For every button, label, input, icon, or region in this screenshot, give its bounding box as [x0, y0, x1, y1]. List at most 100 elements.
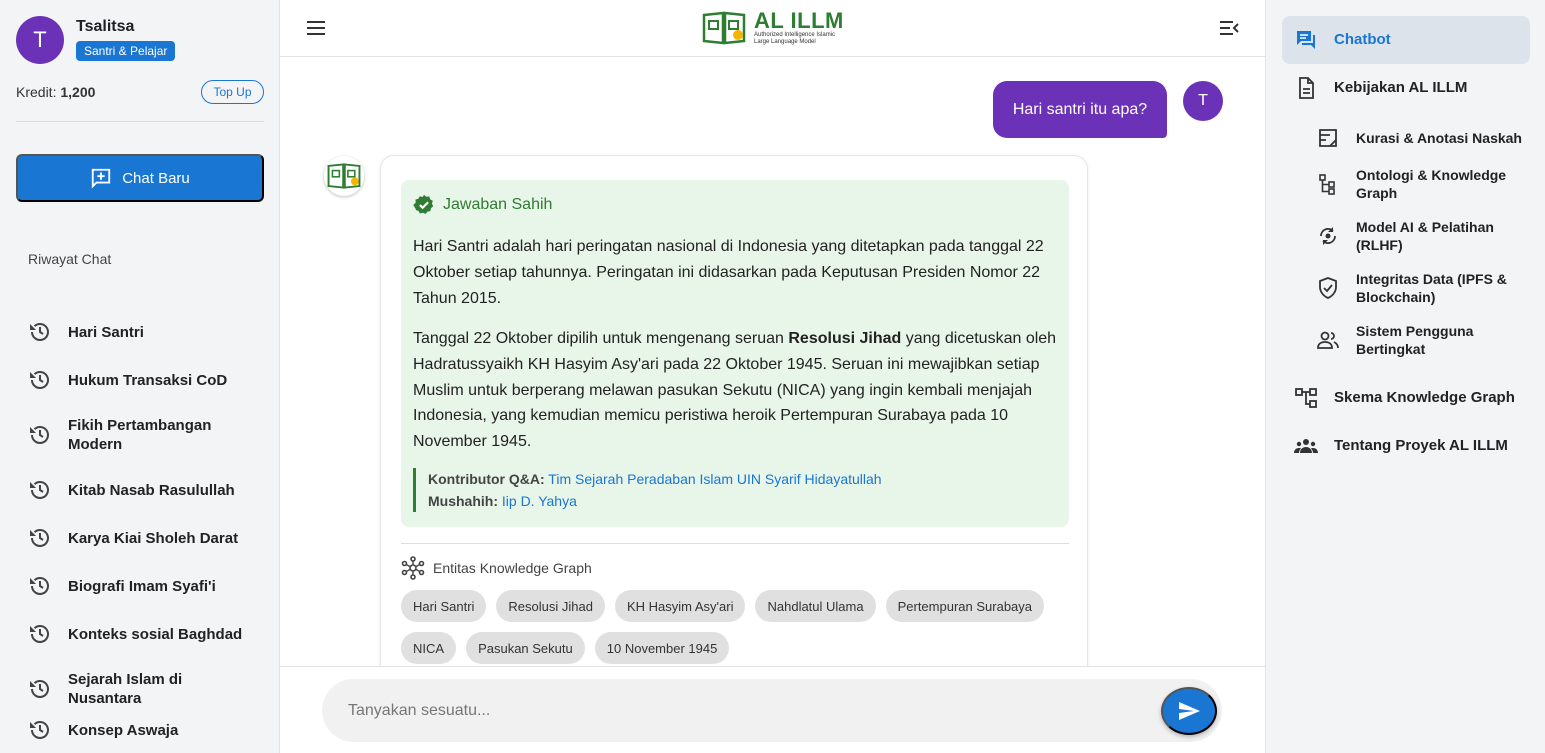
history-item-label: Biografi Imam Syafi'i	[68, 577, 216, 595]
nav-sub-integritas[interactable]: Integritas Data (IPFS & Blockchain)	[1316, 270, 1531, 306]
entity-chip[interactable]: KH Hasyim Asy'ari	[614, 590, 746, 622]
nav-chatbot[interactable]: Chatbot	[1282, 16, 1530, 64]
mushahih-link[interactable]: Iip D. Yahya	[502, 493, 577, 509]
nav-kebijakan-label: Kebijakan AL ILLM	[1334, 79, 1468, 96]
answer-paragraph-2: Tanggal 22 Oktober dipilih untuk mengena…	[413, 326, 1058, 455]
nav-sub-label: Sistem Pengguna Bertingkat	[1356, 323, 1474, 357]
nav-sub-label: Ontologi & Knowledge Graph	[1356, 167, 1507, 201]
composer-box	[322, 679, 1222, 742]
app-logo: AL ILLM Authorized Intelligence Islamic …	[702, 9, 844, 47]
entity-chip[interactable]: NICA	[401, 632, 457, 664]
history-item[interactable]: Kitab Nasab Rasulullah	[28, 478, 258, 502]
nav-sub-kurasi[interactable]: Kurasi & Anotasi Naskah	[1316, 126, 1531, 150]
answer-paragraph-2-start: Tanggal 22 Oktober dipilih untuk mengena…	[413, 330, 789, 347]
history-item-label: Hari Santri	[68, 323, 144, 341]
nav-kebijakan[interactable]: Kebijakan AL ILLM	[1294, 76, 1467, 100]
nav-sub-label: Model AI & Pelatihan (RLHF)	[1356, 219, 1494, 253]
user-profile: T Tsalitsa Santri & Pelajar	[16, 16, 176, 64]
logo-subtitle-2: Large Language Model	[754, 39, 816, 45]
entity-chip[interactable]: Resolusi Jihad	[496, 590, 605, 622]
tree-structure-icon	[1319, 174, 1335, 195]
bot-avatar	[324, 156, 364, 196]
bot-response-card: Jawaban Sahih Hari Santri adalah hari pe…	[380, 155, 1088, 715]
user-message-bubble: Hari santri itu apa?	[993, 81, 1167, 138]
nav-sub-model-ai[interactable]: Model AI & Pelatihan (RLHF)	[1316, 218, 1531, 254]
entity-chip[interactable]: 10 November 1945	[594, 632, 730, 664]
history-icon	[30, 721, 49, 739]
chat-main: AL ILLM Authorized Intelligence Islamic …	[280, 0, 1265, 753]
send-icon	[1179, 702, 1200, 720]
history-icon	[30, 371, 49, 389]
graph-network-icon	[401, 556, 425, 580]
history-item[interactable]: Sejarah Islam di Nusantara	[28, 670, 258, 708]
history-item[interactable]: Hari Santri	[28, 320, 258, 344]
entity-chip[interactable]: Nahdlatul Ulama	[755, 590, 876, 622]
verified-check-icon	[413, 194, 434, 214]
new-chat-icon	[92, 168, 111, 189]
menu-icon[interactable]	[304, 16, 328, 40]
entity-chip[interactable]: Hari Santri	[401, 590, 487, 622]
nav-sub-label: Integritas Data (IPFS & Blockchain)	[1356, 271, 1507, 305]
verified-answer: Jawaban Sahih Hari Santri adalah hari pe…	[401, 180, 1069, 527]
history-icon	[30, 481, 49, 499]
history-item[interactable]: Fikih Pertambangan Modern	[28, 416, 258, 454]
history-title: Riwayat Chat	[28, 251, 112, 267]
history-icon	[30, 323, 49, 341]
nav-skema[interactable]: Skema Knowledge Graph	[1294, 386, 1515, 410]
chat-bubbles-icon	[1297, 31, 1315, 49]
history-item-label: Fikih Pertambangan Modern	[68, 417, 212, 453]
contributor-label: Kontributor Q&A:	[428, 471, 545, 487]
book-logo-icon	[702, 11, 746, 45]
nav-sub-label: Kurasi & Anotasi Naskah	[1356, 130, 1522, 146]
history-icon	[30, 529, 49, 547]
send-button[interactable]	[1161, 687, 1217, 735]
answer-paragraph-2-end: yang dicetuskan oleh Hadratussyaikh KH H…	[413, 330, 1057, 451]
history-icon	[30, 625, 49, 643]
topup-button[interactable]: Top Up	[201, 80, 264, 104]
ai-training-icon	[1320, 227, 1336, 245]
mushahih-label: Mushahih:	[428, 493, 498, 509]
credit-display: Kredit: 1,200	[16, 84, 95, 100]
nav-tentang-label: Tentang Proyek AL ILLM	[1334, 437, 1508, 454]
logo-title: AL ILLM	[754, 8, 844, 33]
history-icon	[30, 426, 49, 444]
new-chat-button[interactable]: Chat Baru	[16, 154, 264, 202]
history-item[interactable]: Karya Kiai Sholeh Darat	[28, 526, 258, 550]
user-message-avatar: T	[1183, 81, 1223, 121]
history-icon	[30, 680, 49, 698]
sidebar-divider	[16, 121, 264, 122]
entity-chip[interactable]: Pertempuran Surabaya	[885, 590, 1045, 622]
history-item[interactable]: Biografi Imam Syafi'i	[28, 574, 258, 598]
history-item[interactable]: Hukum Transaksi CoD	[28, 368, 258, 392]
message-input[interactable]	[348, 699, 1148, 723]
entity-chips: Hari Santri Resolusi Jihad KH Hasyim Asy…	[401, 590, 1069, 664]
document-icon	[1299, 77, 1314, 99]
nav-skema-label: Skema Knowledge Graph	[1334, 389, 1515, 406]
nav-tentang[interactable]: Tentang Proyek AL ILLM	[1294, 434, 1508, 458]
history-icon	[30, 577, 49, 595]
entity-chip[interactable]: Pasukan Sekutu	[466, 632, 585, 664]
new-chat-label: Chat Baru	[122, 169, 190, 187]
user-name: Tsalitsa	[76, 18, 135, 35]
history-item[interactable]: Konsep Aswaja	[28, 718, 258, 742]
nav-sub-ontologi[interactable]: Ontologi & Knowledge Graph	[1316, 166, 1531, 202]
schema-icon	[1295, 388, 1317, 408]
shield-check-icon	[1319, 277, 1337, 299]
user-avatar[interactable]: T	[16, 16, 64, 64]
history-item[interactable]: Konteks sosial Baghdad	[28, 622, 258, 646]
right-nav: Chatbot Kebijakan AL ILLM Kurasi & Anota…	[1265, 0, 1545, 753]
answer-paragraph-1: Hari Santri adalah hari peringatan nasio…	[413, 238, 1044, 307]
nav-chatbot-label: Chatbot	[1334, 31, 1391, 48]
history-item-label: Sejarah Islam di Nusantara	[68, 671, 183, 707]
user-role-badge: Santri & Pelajar	[76, 41, 176, 61]
nav-sub-sistem-pengguna[interactable]: Sistem Pengguna Bertingkat	[1316, 322, 1531, 358]
answer-badge-label: Jawaban Sahih	[443, 196, 553, 213]
history-item-label: Karya Kiai Sholeh Darat	[68, 529, 239, 547]
history-item-label: Konteks sosial Baghdad	[68, 625, 243, 643]
answer-badge: Jawaban Sahih	[413, 194, 552, 216]
contributor-link[interactable]: Tim Sejarah Peradaban Islam UIN Syarif H…	[548, 471, 881, 487]
menu-collapse-icon[interactable]	[1217, 16, 1241, 40]
card-divider	[401, 543, 1069, 544]
credit-value: 1,200	[60, 84, 96, 100]
history-item-label: Konsep Aswaja	[68, 721, 179, 739]
